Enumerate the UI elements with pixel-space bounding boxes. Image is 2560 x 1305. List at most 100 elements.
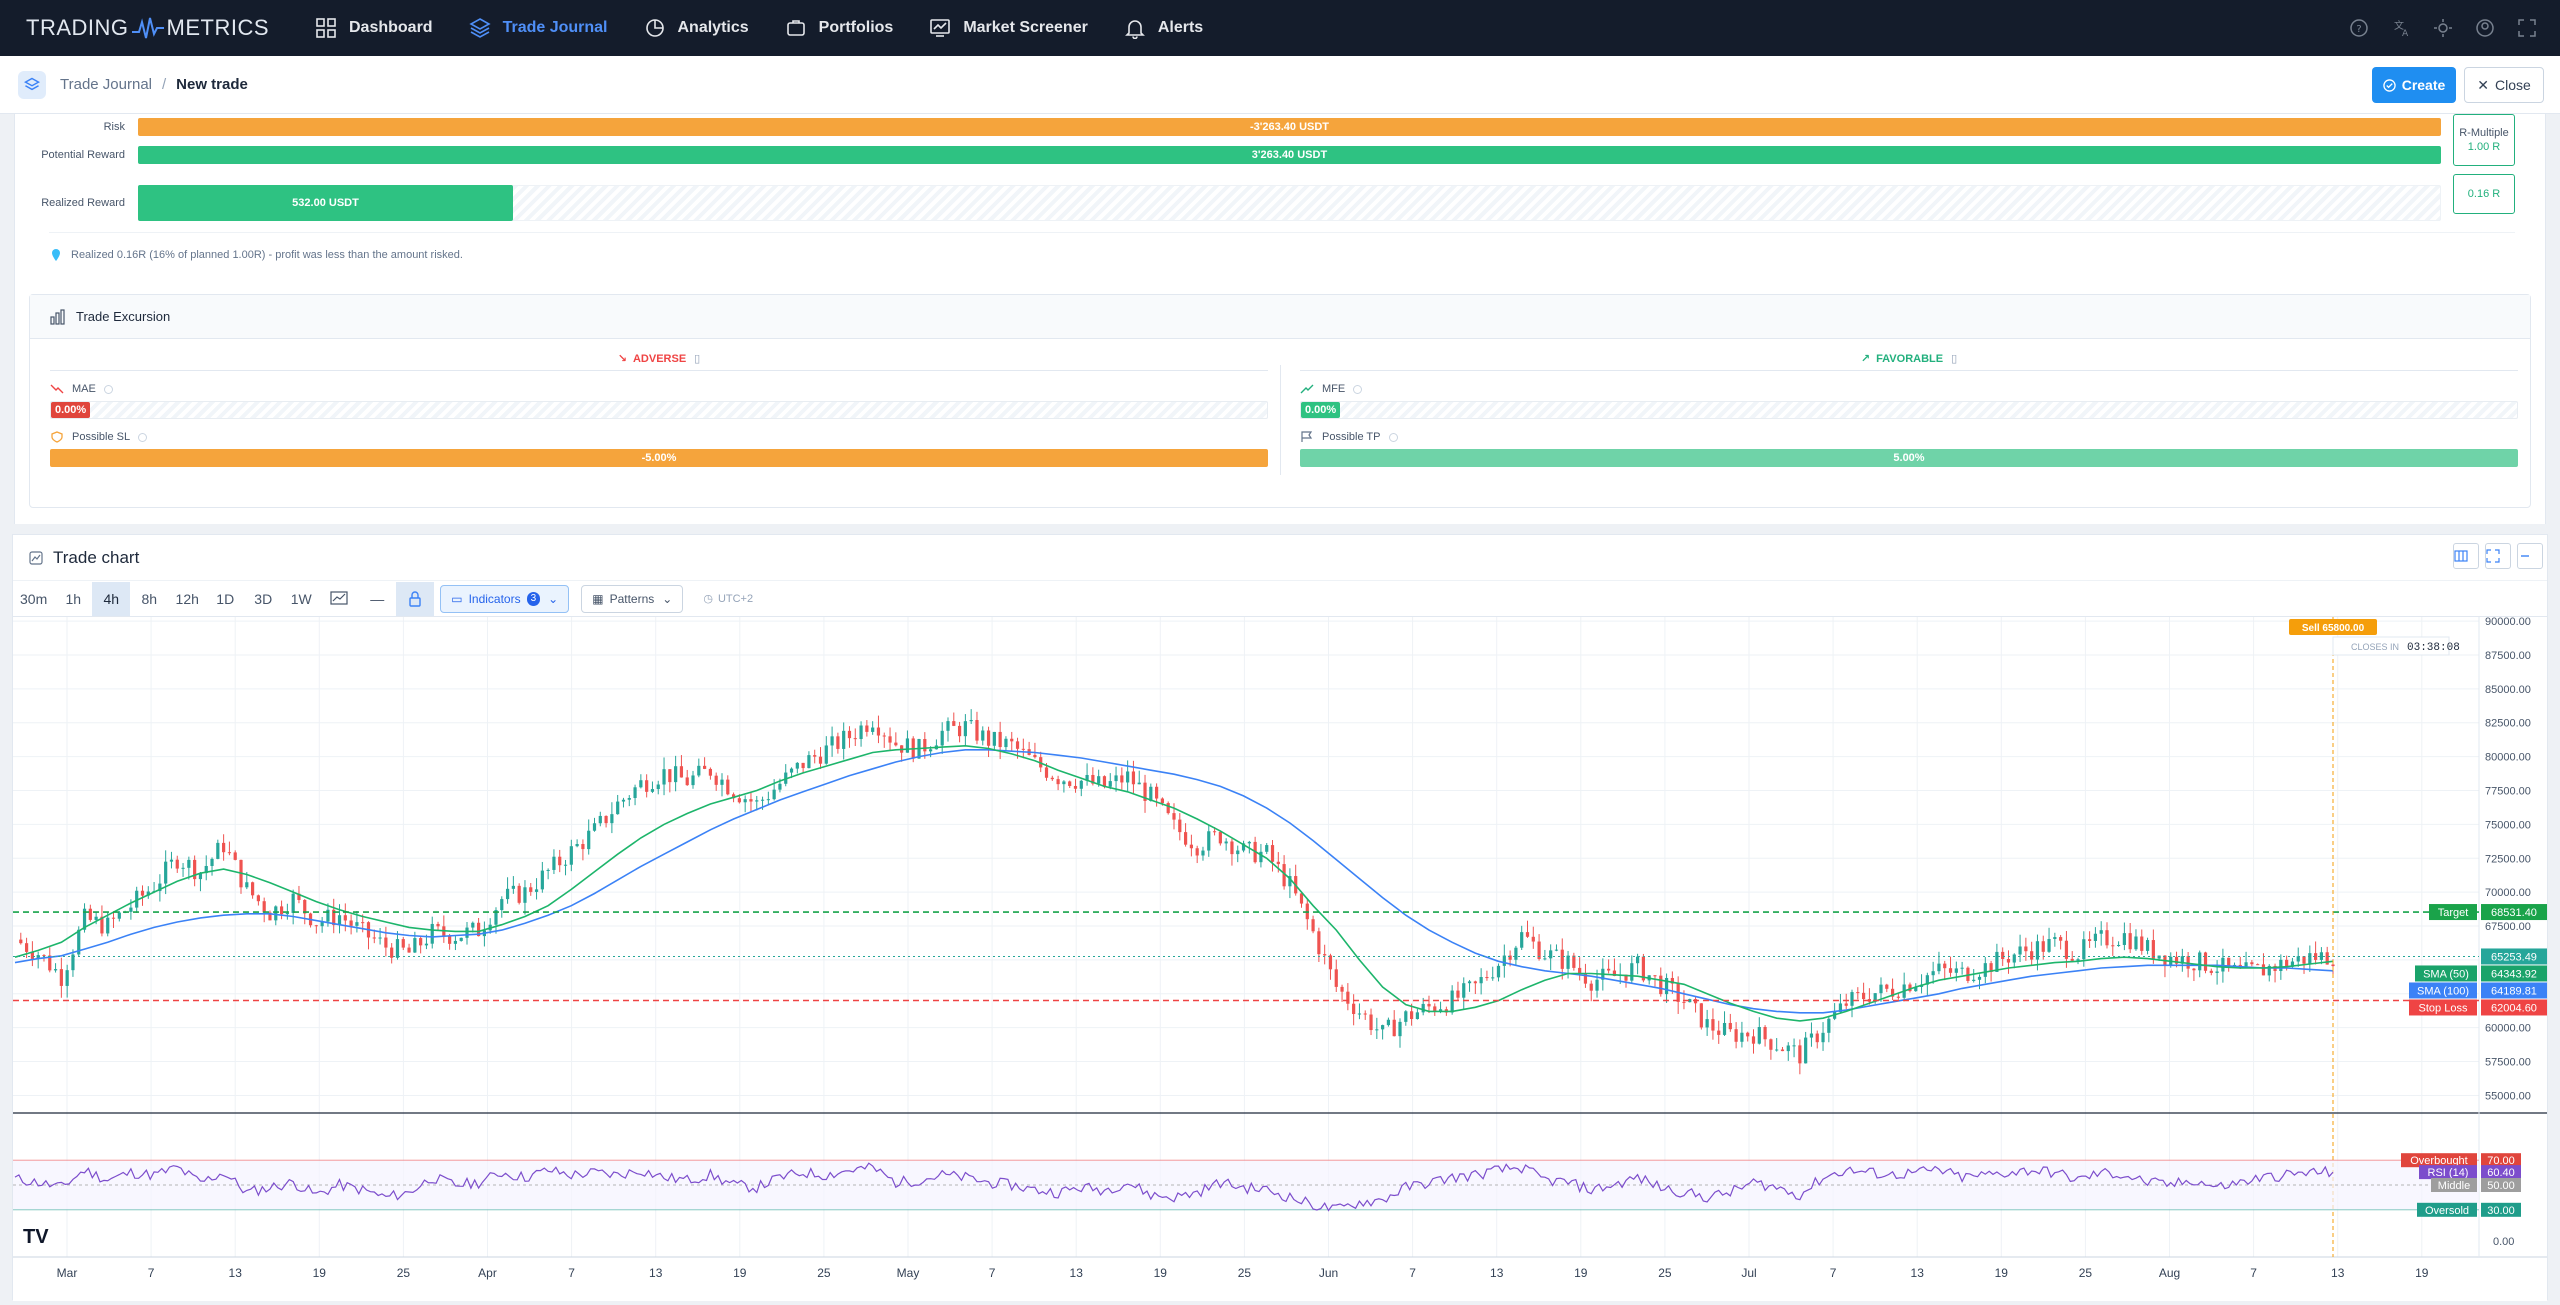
entry-price-tag: 65253.49 [2491, 951, 2537, 963]
x-axis-tick-label: Aug [2159, 1266, 2180, 1280]
candle-body [1943, 963, 1947, 969]
nav-item-dashboard[interactable]: Dashboard [297, 0, 451, 56]
candle-body [88, 908, 92, 920]
candle-body [1178, 819, 1182, 833]
realized-note: Realized 0.16R (16% of planned 1.00R) - … [51, 248, 463, 262]
book-icon[interactable]: ▯ [694, 352, 700, 365]
candle-body [656, 784, 660, 790]
timezone-indicator[interactable]: ◷ UTC+2 [703, 592, 753, 606]
risk-row: Risk -3'263.40 USDT [15, 116, 2505, 138]
timeframe-1h[interactable]: 1h [54, 582, 92, 616]
x-axis-tick-label: 13 [1070, 1266, 1084, 1280]
timeframe-3d[interactable]: 3D [244, 582, 282, 616]
x-axis-tick-label: Jul [1741, 1266, 1756, 1280]
timeframe-30m[interactable]: 30m [13, 582, 54, 616]
candle-body [2041, 941, 2045, 952]
candle-body [1746, 1032, 1750, 1037]
info-icon[interactable] [1388, 432, 1398, 442]
top-navigation: TRADING METRICS Dashboard Trade Journal … [0, 0, 2560, 56]
candle-body [111, 917, 116, 919]
mae-value-chip: 0.00% [51, 402, 91, 418]
candle-body [1937, 963, 1941, 972]
x-axis-tick-label: 7 [568, 1266, 575, 1280]
risk-label: Risk [103, 121, 125, 133]
chart-type-button[interactable] [320, 582, 358, 616]
candle-body [343, 915, 347, 921]
nav-item-market-screener[interactable]: Market Screener [911, 0, 1106, 56]
info-icon[interactable] [103, 384, 113, 394]
candle-body [1450, 990, 1454, 1013]
timeframe-4h[interactable]: 4h [92, 581, 131, 616]
lock-button[interactable] [396, 581, 435, 616]
book-icon[interactable]: ▯ [1951, 352, 1957, 365]
candle-body [2064, 940, 2069, 959]
timeframe-8h[interactable]: 8h [130, 582, 168, 616]
candle-body [216, 842, 220, 859]
fullscreen-icon[interactable] [2517, 18, 2537, 38]
candle-body [471, 922, 475, 928]
account-icon[interactable] [2475, 18, 2495, 38]
nav-item-trade-journal[interactable]: Trade Journal [451, 0, 626, 56]
nav-menu: Dashboard Trade Journal Analytics Portfo… [297, 0, 1221, 56]
timeframe-1w[interactable]: 1W [282, 582, 320, 616]
candle-body [998, 731, 1002, 748]
columns-button[interactable] [2453, 543, 2479, 569]
candle-body [1543, 958, 1547, 960]
create-button[interactable]: Create [2372, 67, 2456, 103]
logo[interactable]: TRADING METRICS [26, 0, 269, 56]
x-axis-tick-label: 7 [989, 1266, 996, 1280]
candle-body [1137, 782, 1141, 785]
nav-item-portfolios[interactable]: Portfolios [767, 0, 912, 56]
candle-body [1381, 1025, 1385, 1030]
translate-icon[interactable]: 文A [2391, 18, 2411, 38]
candle-body [2001, 951, 2005, 959]
price-chart[interactable]: Mar 7 13 19 25 Apr 7 13 19 25 May 7 13 19 25 Jun 7 13 19 25… [13, 617, 2547, 1301]
collapse-button[interactable] [2517, 543, 2543, 569]
patterns-button[interactable]: ▦ Patterns ⌄ [581, 584, 684, 613]
candle-body [1850, 992, 1854, 1006]
stop-loss-name-tag: Stop Loss [2419, 1002, 2468, 1014]
candle-body [2151, 940, 2155, 959]
candle-body [1885, 984, 1889, 989]
chart-panel-tools [2447, 543, 2543, 569]
candle-body [923, 739, 927, 752]
info-icon[interactable] [138, 432, 148, 442]
line-tool-button[interactable]: — [358, 582, 396, 616]
candle-body [1265, 845, 1269, 852]
timeframe-1d[interactable]: 1D [206, 582, 244, 616]
candle-body [2308, 953, 2312, 964]
nav-item-label: Market Screener [963, 19, 1088, 36]
breadcrumb-parent[interactable]: Trade Journal [60, 76, 152, 93]
candle-body [1097, 776, 1101, 784]
tradingview-watermark: TV [23, 1226, 49, 1248]
realized-r-value: 0.16 R [2467, 188, 2501, 200]
candle-body [210, 858, 214, 866]
x-axis-tick-label: 7 [1409, 1266, 1416, 1280]
candle-body [674, 766, 678, 783]
candle-body [807, 755, 811, 769]
column-divider [1280, 365, 1281, 475]
timeframe-12h[interactable]: 12h [168, 582, 206, 616]
indicators-button[interactable]: ▭ Indicators 3 ⌄ [440, 584, 570, 613]
candle-body [355, 922, 359, 926]
expand-button[interactable] [2485, 543, 2511, 569]
candle-body [1763, 1026, 1767, 1040]
candle-body [2012, 954, 2016, 963]
nav-item-analytics[interactable]: Analytics [626, 0, 767, 56]
possible-tp-label: Possible TP [1322, 431, 1381, 443]
candle-body [436, 923, 440, 927]
candle-body [969, 720, 973, 722]
theme-icon[interactable] [2433, 18, 2453, 38]
candle-body [1844, 1003, 1848, 1006]
candle-body [2088, 939, 2092, 941]
price-axis-tick-label: 60000.00 [2485, 1023, 2531, 1035]
info-icon[interactable] [1353, 384, 1363, 394]
candle-body [853, 738, 857, 740]
candle-body [384, 937, 388, 948]
nav-item-alerts[interactable]: Alerts [1106, 0, 1221, 56]
close-button[interactable]: ✕ Close [2464, 67, 2544, 103]
mfe-value: 0.00% [1305, 404, 1337, 416]
help-icon[interactable]: ? [2349, 18, 2369, 38]
candle-body [1155, 786, 1159, 799]
candle-body [2227, 957, 2231, 966]
